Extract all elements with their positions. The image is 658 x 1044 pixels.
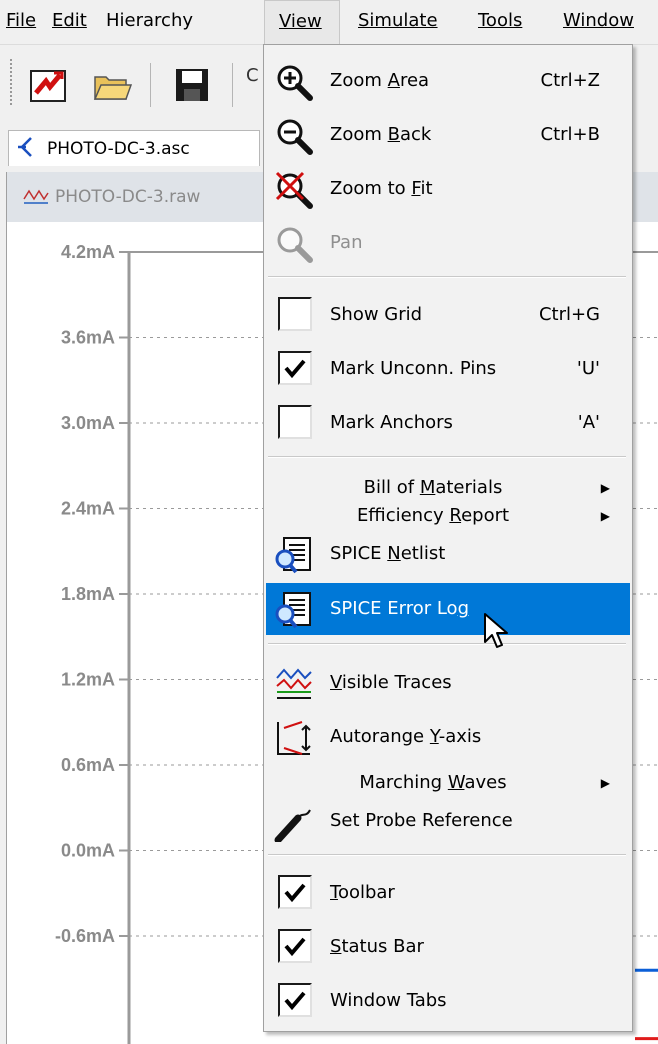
- menu-item-zoom-back[interactable]: Zoom Back Ctrl+B: [266, 109, 630, 161]
- mark-anchors-checkbox[interactable]: [278, 405, 312, 439]
- autorange-icon: [277, 721, 311, 755]
- checkmark-icon: [284, 359, 306, 379]
- toolbar-separator: [232, 63, 233, 107]
- menu-separator: [268, 456, 626, 458]
- y-tick-label: 3.6mA: [61, 328, 115, 348]
- y-tick-label: -0.6mA: [55, 926, 115, 946]
- menu-item-pan[interactable]: Pan: [266, 217, 630, 269]
- netlist-icon: [275, 537, 311, 574]
- waveform-icon: [23, 189, 49, 204]
- menu-item-toolbar[interactable]: Toolbar: [266, 867, 630, 919]
- menu-item-mark-anchors[interactable]: Mark Anchors 'A': [266, 397, 630, 449]
- show-grid-checkbox[interactable]: [278, 297, 312, 331]
- toolbar-cutoff-label: C: [246, 65, 259, 86]
- menu-separator: [268, 854, 626, 856]
- y-tick-label: 1.2mA: [61, 670, 115, 690]
- menu-item-zoom-area[interactable]: Zoom Area Ctrl+Z: [266, 55, 630, 107]
- view-menu-dropdown: Zoom Area Ctrl+Z Zoom Back Ctrl+B Zoom t…: [263, 44, 633, 1032]
- menu-separator: [268, 643, 626, 645]
- y-tick-label: 4.2mA: [61, 242, 115, 262]
- schematic-icon: [18, 137, 32, 157]
- menu-item-mark-unconn-pins[interactable]: Mark Unconn. Pins 'U': [266, 343, 630, 395]
- menu-edit[interactable]: Edit: [50, 0, 89, 44]
- menu-view[interactable]: View: [264, 0, 340, 44]
- toolbar-separator: [150, 63, 151, 107]
- pan-magnifier-icon: [277, 227, 313, 263]
- toolbar-grip[interactable]: [10, 59, 15, 105]
- mark-unconn-pins-checkbox[interactable]: [278, 351, 312, 385]
- menu-item-visible-traces[interactable]: Visible Traces: [266, 657, 630, 709]
- y-tick-label: 1.8mA: [61, 584, 115, 604]
- save-button[interactable]: [172, 65, 212, 105]
- probe-icon: [274, 809, 311, 842]
- menu-item-autorange-y-axis[interactable]: Autorange Y-axis: [266, 711, 630, 763]
- zoom-out-icon: [277, 119, 313, 155]
- menu-item-spice-error-log[interactable]: SPICE Error Log: [266, 583, 630, 635]
- checkmark-icon: [284, 883, 306, 903]
- menu-separator: [268, 276, 626, 278]
- new-schematic-icon: [30, 70, 66, 102]
- menu-simulate[interactable]: Simulate: [356, 0, 440, 44]
- save-disk-icon: [176, 69, 208, 101]
- open-folder-icon: [93, 76, 133, 100]
- menu-bar: File Edit Hierarchy View Simulate Tools …: [0, 0, 658, 44]
- menu-item-window-tabs[interactable]: Window Tabs: [266, 975, 630, 1027]
- menu-item-status-bar[interactable]: Status Bar: [266, 921, 630, 973]
- menu-item-spice-netlist[interactable]: SPICE Netlist: [266, 528, 630, 580]
- tab-photo-dc-3-asc[interactable]: PHOTO-DC-3.asc: [8, 130, 260, 166]
- toolbar-checkbox[interactable]: [278, 875, 312, 909]
- menu-item-show-grid[interactable]: Show Grid Ctrl+G: [266, 289, 630, 341]
- menu-window[interactable]: Window: [561, 0, 636, 44]
- y-tick-label: 0.6mA: [61, 755, 115, 775]
- zoom-in-icon: [277, 65, 313, 101]
- checkmark-icon: [284, 991, 306, 1011]
- visible-traces-icon: [276, 668, 312, 699]
- status-bar-checkbox[interactable]: [278, 929, 312, 963]
- y-tick-label: 3.0mA: [61, 413, 115, 433]
- checkmark-icon: [284, 937, 306, 957]
- window-tabs-checkbox[interactable]: [278, 983, 312, 1017]
- menu-item-zoom-to-fit[interactable]: Zoom to Fit: [266, 163, 630, 215]
- menu-file[interactable]: File: [4, 0, 38, 44]
- menu-item-set-probe-reference[interactable]: Set Probe Reference: [266, 795, 630, 847]
- menu-hierarchy[interactable]: Hierarchy: [104, 0, 195, 44]
- y-tick-label: 2.4mA: [61, 499, 115, 519]
- zoom-fit-icon: [275, 171, 313, 209]
- menu-tools[interactable]: Tools: [476, 0, 524, 44]
- open-button[interactable]: [92, 65, 133, 105]
- y-tick-label: 0.0mA: [61, 841, 115, 861]
- error-log-icon: [275, 592, 311, 629]
- mouse-pointer-icon: [484, 613, 508, 648]
- new-schematic-button[interactable]: [28, 65, 68, 105]
